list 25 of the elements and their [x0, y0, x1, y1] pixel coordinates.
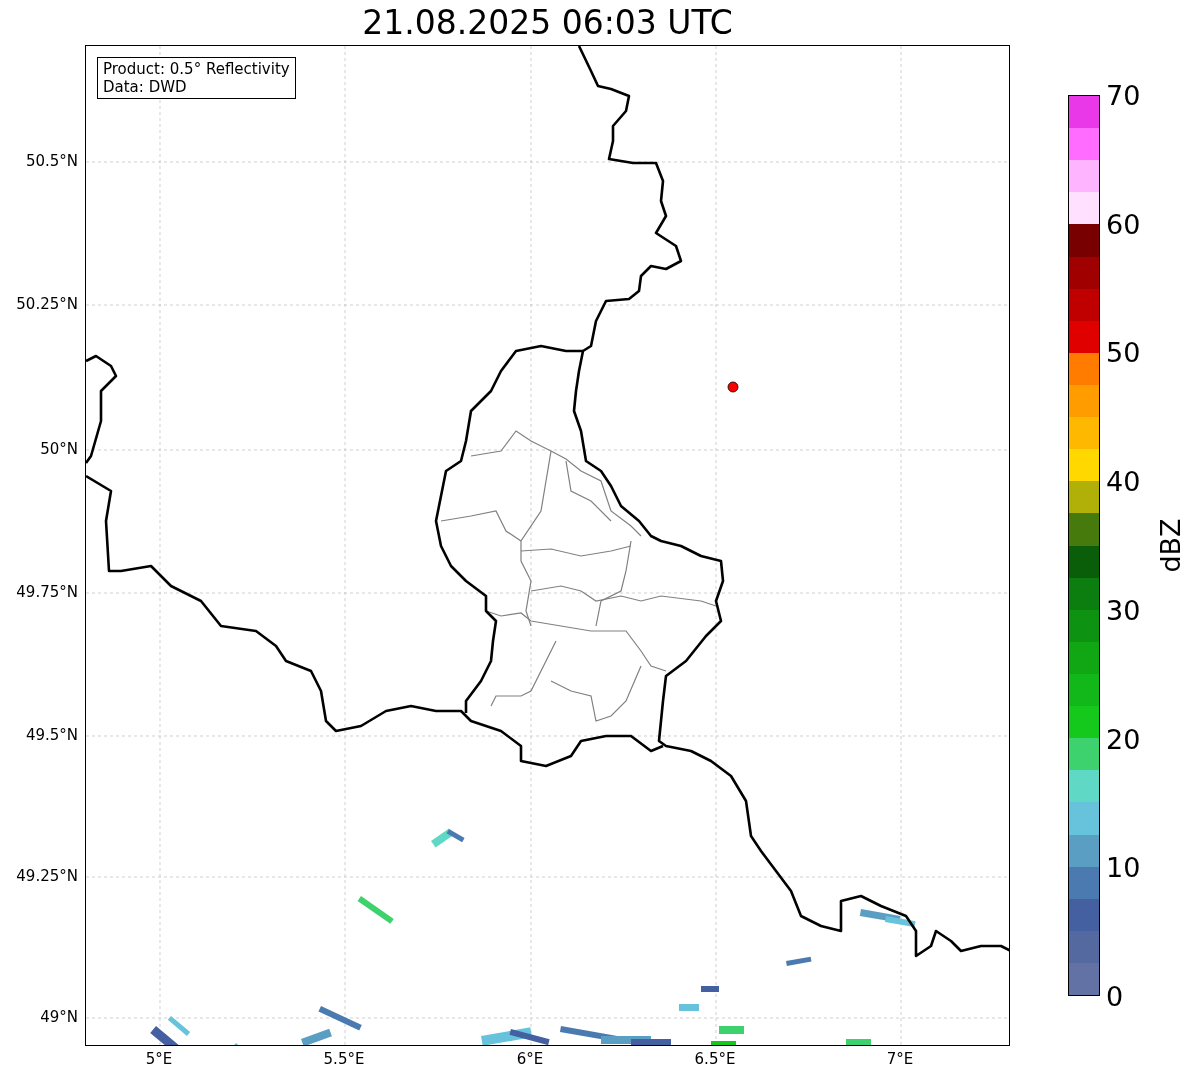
colorbar-tick-label: 10	[1106, 853, 1141, 881]
colorbar-label: dBZ	[1156, 518, 1184, 573]
colorbar-tick-label: 60	[1106, 210, 1141, 238]
chart-title: 21.08.2025 06:03 UTC	[362, 6, 733, 39]
colorbar-tick-label: 20	[1106, 725, 1141, 753]
latitude-label: 50.5°N	[25, 153, 78, 169]
colorbar-tick-label: 30	[1106, 596, 1141, 624]
longitude-label: 6.5°E	[694, 1052, 736, 1067]
longitude-label: 6°E	[516, 1052, 544, 1067]
colorbar-tick-label: 70	[1106, 81, 1141, 109]
info-text: Product: 0.5° Reflectivity	[103, 60, 290, 78]
longitude-label: 5.5°E	[323, 1052, 365, 1067]
latitude-label: 49.25°N	[16, 868, 78, 884]
info-text: Data: DWD	[103, 78, 188, 96]
colorbar-tick-label: 40	[1106, 467, 1141, 495]
longitude-label: 5°E	[145, 1052, 173, 1067]
colorbar-tick-label: 0	[1106, 982, 1124, 1010]
latitude-label: 50°N	[40, 441, 78, 457]
latitude-label: 49.75°N	[16, 584, 78, 600]
latitude-label: 50.25°N	[16, 296, 78, 312]
colorbar-tick-label: 50	[1106, 338, 1141, 366]
longitude-label: 7°E	[886, 1052, 914, 1067]
location-marker	[727, 381, 739, 393]
latitude-label: 49°N	[40, 1009, 78, 1025]
latitude-label: 49.5°N	[25, 727, 78, 743]
